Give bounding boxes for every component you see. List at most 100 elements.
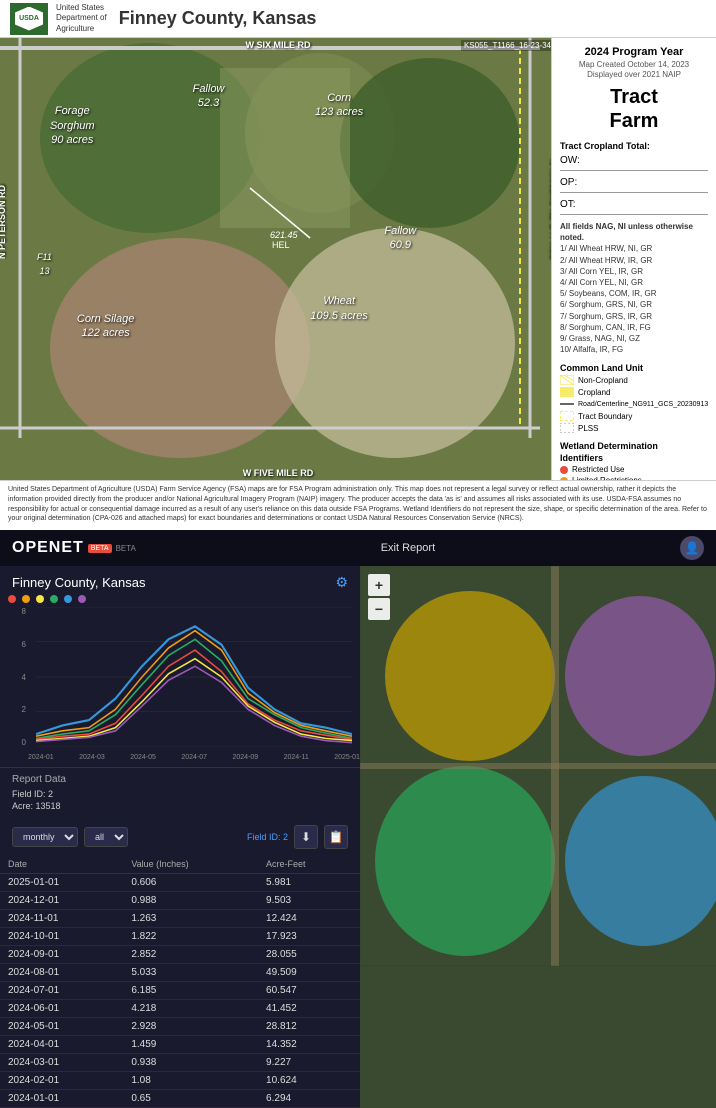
cell-value-0: 0.606 [123,874,258,892]
zoom-controls: + − [368,574,390,620]
cell-acre-feet-2: 12.424 [258,910,360,928]
cell-date-2: 2024-11-01 [0,910,123,928]
cell-acre-feet-3: 17.923 [258,928,360,946]
cell-date-5: 2024-08-01 [0,964,123,982]
cell-value-4: 2.852 [123,946,258,964]
table-row: 2024-01-01 0.65 6.294 [0,1090,360,1108]
field-label-7: Wheat109.5 acres [278,294,400,323]
map-right-panel: 2024 Program Year Map Created October 14… [551,38,716,480]
legend-dot-6 [78,595,86,603]
legend-non-cropland: Non-Cropland [560,375,708,385]
legend-tract-label: Tract Boundary [578,412,632,421]
chart-xaxis: 2024-01 2024-03 2024-05 2024-07 2024-09 … [28,747,360,767]
legend-road-label: Road/Centerline_NG911_GCS_20230913 [578,401,708,408]
cell-value-12: 0.65 [123,1090,258,1108]
county-title: Finney County, Kansas [119,8,317,29]
zoom-in-button[interactable]: + [368,574,390,596]
legend-tract-icon [560,411,574,421]
chart-yaxis: 8 6 4 2 0 [0,607,28,747]
cell-acre-feet-10: 9.227 [258,1054,360,1072]
cell-acre-feet-0: 5.981 [258,874,360,892]
svg-text:621.45: 621.45 [270,230,299,240]
cell-date-7: 2024-06-01 [0,1000,123,1018]
legend-cropland-icon [560,387,574,397]
field-id-2-label: Field ID: 2 [247,832,288,842]
field-label-5: Fallow60.9 [356,224,445,253]
cell-date-12: 2024-01-01 [0,1090,123,1108]
legend-dot-2 [22,595,30,603]
table-row: 2024-12-01 0.988 9.503 [0,892,360,910]
cell-acre-feet-5: 49.509 [258,964,360,982]
x-label-nov: 2024-11 [284,754,309,761]
y-label-8: 8 [0,607,28,616]
legend-non-cropland-label: Non-Cropland [578,376,628,385]
all-dropdown[interactable]: all [84,827,128,847]
legend-tract-boundary: Tract Boundary [560,411,708,421]
wetland-item-1: Restricted Use [560,465,708,474]
cell-date-0: 2025-01-01 [0,874,123,892]
openet-subtitle: BETA [116,544,136,553]
cell-value-10: 0.938 [123,1054,258,1072]
map-created-date: Map Created October 14, 2023 [560,60,708,69]
settings-icon[interactable]: ⚙ [335,574,348,591]
map-footer-text: United States Department of Agriculture … [8,486,707,522]
openet-right-panel: + − [360,566,716,1108]
legend-cropland-label: Cropland [578,388,610,397]
openet-logo: OPENET BETA BETA [12,539,136,557]
download-csv-button[interactable]: ⬇ [294,825,318,849]
col-date: Date [0,855,123,874]
map-footer: United States Department of Agriculture … [0,480,716,530]
x-label-sep: 2024-09 [233,754,259,761]
cell-date-1: 2024-12-01 [0,892,123,910]
field-note-6: 6/ Sorghum, GRS, NI, GR [560,299,708,310]
table-row: 2024-02-01 1.08 10.624 [0,1072,360,1090]
table-row: 2024-11-01 1.263 12.424 [0,910,360,928]
acre-info: Acre: 13518 [12,801,348,811]
cell-date-8: 2024-05-01 [0,1018,123,1036]
program-year: 2024 Program Year [560,46,708,58]
col-acre-feet: Acre-Feet [258,855,360,874]
openet-beta-badge: BETA [88,544,112,553]
x-label-jan2: 2025-01 [334,754,360,761]
cell-acre-feet-12: 6.294 [258,1090,360,1108]
legend-plss-icon [560,423,574,433]
field-label-6: Corn Silage122 acres [44,312,166,341]
x-label-mar: 2024-03 [79,754,105,761]
col-value: Value (Inches) [123,855,258,874]
field-note-9: 9/ Grass, NAG, NI, GZ [560,333,708,344]
cell-date-11: 2024-02-01 [0,1072,123,1090]
exit-report-button[interactable]: Exit Report [381,542,435,554]
chart-legend [0,595,360,607]
field-note-3: 3/ All Corn YEL, IR, GR [560,266,708,277]
wetland-identifiers-title: Identifiers [560,453,708,463]
download-table-button[interactable]: 📋 [324,825,348,849]
field-note-5: 5/ Soybeans, COM, IR, GR [560,288,708,299]
tract-farm-title: Tract Farm [560,85,708,133]
y-label-0: 0 [0,738,28,747]
fsa-map-section: USDA United States Department of Agricul… [0,0,716,530]
monthly-dropdown[interactable]: monthly annual [12,827,78,847]
field-label-4: F1113 [11,250,78,279]
legend-dot-1 [8,595,16,603]
zoom-out-button[interactable]: − [368,598,390,620]
cell-acre-feet-7: 41.452 [258,1000,360,1018]
right-map: + − [360,566,716,1108]
ow-field: OW: [560,155,708,171]
usda-logo: USDA [10,3,48,35]
table-row: 2024-10-01 1.822 17.923 [0,928,360,946]
field-id-info: Field ID: 2 [12,789,348,799]
report-data-title: Report Data [12,774,348,785]
data-table-container[interactable]: Date Value (Inches) Acre-Feet 2025-01-01… [0,855,360,1108]
wetland-dot-1 [560,466,568,474]
cell-acre-feet-4: 28.055 [258,946,360,964]
field-note-1: 1/ All Wheat HRW, NI, GR [560,243,708,254]
chart-svg [36,607,352,747]
openet-logo-text: OPENET [12,539,84,557]
wetland-label-1: Restricted Use [572,465,624,474]
ot-field: OT: [560,199,708,215]
table-row: 2024-06-01 4.218 41.452 [0,1000,360,1018]
x-label-jan: 2024-01 [28,754,54,761]
x-label-jul: 2024-07 [181,754,207,761]
legend-road: Road/Centerline_NG911_GCS_20230913 [560,399,708,409]
legend-plss: PLSS [560,423,708,433]
